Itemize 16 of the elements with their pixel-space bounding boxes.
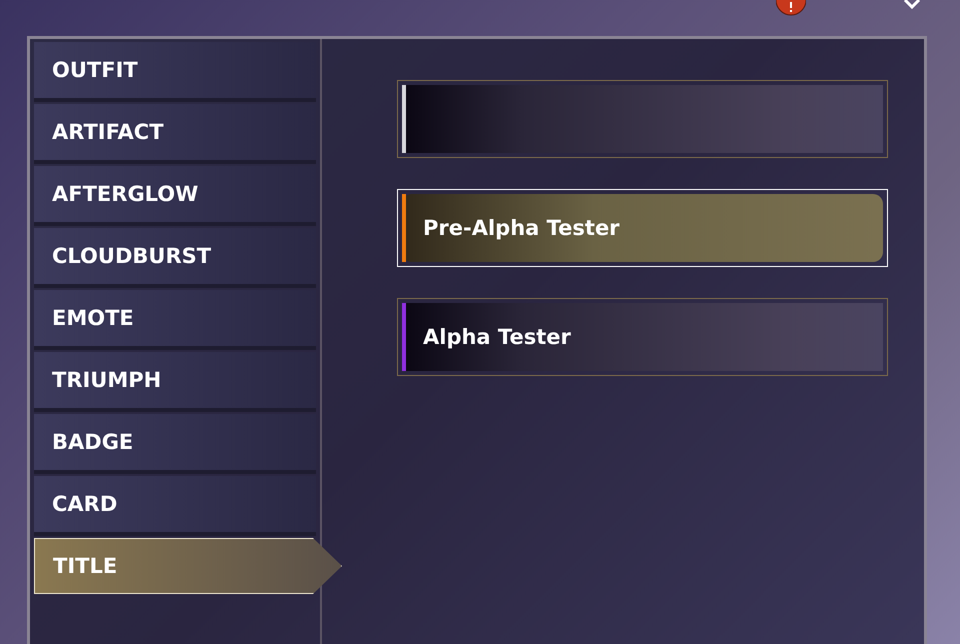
alert-icon[interactable] (776, 0, 806, 16)
title-name: Pre-Alpha Tester (423, 216, 620, 240)
title-option[interactable]: Pre-Alpha Tester (397, 189, 888, 267)
title-name: Alpha Tester (423, 325, 571, 349)
category-tab[interactable]: TRIUMPH (34, 352, 316, 408)
category-tab[interactable]: EMOTE (34, 290, 316, 346)
category-tab[interactable]: AFTERGLOW (34, 166, 316, 222)
category-tab[interactable]: TITLE (34, 538, 342, 594)
category-tab[interactable]: BADGE (34, 414, 316, 470)
title-option[interactable]: Alpha Tester (397, 298, 888, 376)
category-tab[interactable]: CLOUDBURST (34, 228, 316, 284)
category-tab[interactable]: CARD (34, 476, 316, 532)
checkmark-icon[interactable] (902, 0, 922, 9)
category-tab[interactable]: OUTFIT (34, 42, 316, 98)
title-option[interactable] (397, 80, 888, 158)
category-tab[interactable]: ARTIFACT (34, 104, 316, 160)
